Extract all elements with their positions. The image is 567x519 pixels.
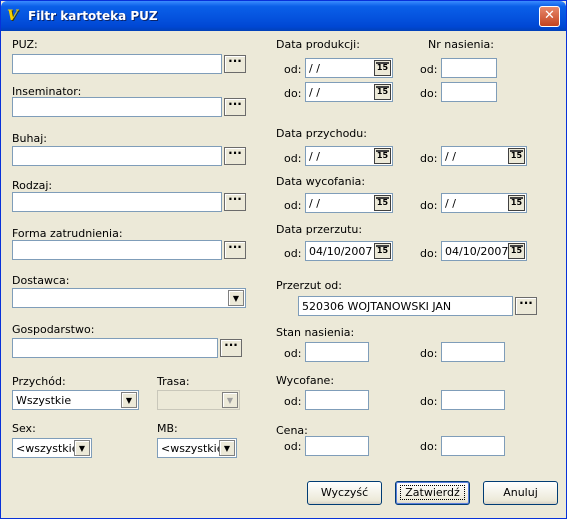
nr-nasienia-do-label: do:	[420, 87, 438, 100]
trasa-select[interactable]: ▼	[157, 390, 240, 410]
data-wycofania-od-input[interactable]: / / 15	[305, 193, 393, 213]
data-wycofania-do-label: do:	[420, 199, 438, 212]
gospodarstwo-label: Gospodarstwo:	[12, 323, 95, 336]
chevron-down-icon[interactable]: ▼	[228, 290, 244, 306]
data-wycofania-od-label: od:	[284, 199, 302, 212]
cena-do-input[interactable]	[441, 436, 505, 456]
mb-select[interactable]: <wszystkie> ▼	[157, 438, 237, 458]
confirm-button[interactable]: Zatwierdź	[395, 481, 470, 505]
data-przychodu-od-label: od:	[284, 152, 302, 165]
cena-label: Cena:	[276, 424, 308, 437]
buhaj-label: Buhaj:	[12, 132, 47, 145]
rodzaj-lookup-button[interactable]: ···	[224, 193, 246, 211]
puz-lookup-button[interactable]: ···	[224, 55, 246, 73]
calendar-icon[interactable]: 15	[508, 148, 525, 164]
przychod-label: Przychód:	[12, 375, 66, 388]
cena-od-label: od:	[284, 440, 302, 453]
calendar-icon[interactable]: 15	[374, 243, 391, 259]
trasa-label: Trasa:	[157, 375, 190, 388]
przerzut-od-lookup-button[interactable]: ···	[515, 297, 537, 315]
stan-nasienia-do-label: do:	[420, 347, 438, 360]
data-przychodu-label: Data przychodu:	[276, 127, 367, 140]
wycofane-do-label: do:	[420, 395, 438, 408]
rodzaj-input[interactable]	[12, 192, 222, 212]
stan-nasienia-do-input[interactable]	[441, 342, 505, 362]
puz-label: PUZ:	[12, 38, 38, 51]
sex-label: Sex:	[12, 422, 36, 435]
forma-zatrudnienia-input[interactable]	[12, 240, 222, 260]
nr-nasienia-od-input[interactable]	[441, 58, 497, 78]
clear-button[interactable]: Wyczyść	[307, 481, 382, 505]
data-przychodu-do-label: do:	[420, 152, 438, 165]
cena-od-input[interactable]	[305, 436, 369, 456]
close-icon[interactable]: ✕	[539, 6, 560, 27]
chevron-down-icon[interactable]: ▼	[121, 392, 137, 408]
buhaj-lookup-button[interactable]: ···	[224, 147, 246, 165]
wycofane-od-label: od:	[284, 395, 302, 408]
sex-select[interactable]: <wszystkie> ▼	[12, 438, 92, 458]
gospodarstwo-input[interactable]	[12, 338, 218, 358]
dostawca-select[interactable]: ▼	[12, 288, 246, 308]
stan-nasienia-label: Stan nasienia:	[276, 326, 355, 339]
gospodarstwo-lookup-button[interactable]: ···	[220, 339, 242, 357]
data-przychodu-do-input[interactable]: / / 15	[441, 146, 527, 166]
data-przerzutu-od-label: od:	[284, 247, 302, 260]
calendar-icon[interactable]: 15	[508, 195, 525, 211]
calendar-icon[interactable]: 15	[374, 148, 391, 164]
window-title: Filtr kartoteka PUZ	[28, 9, 158, 23]
chevron-down-icon[interactable]: ▼	[219, 440, 235, 456]
nr-nasienia-od-label: od:	[420, 63, 438, 76]
przerzut-od-input[interactable]: 520306 WOJTANOWSKI JAN	[298, 296, 513, 316]
rodzaj-label: Rodzaj:	[12, 179, 53, 192]
stan-nasienia-od-label: od:	[284, 347, 302, 360]
forma-zatrudnienia-lookup-button[interactable]: ···	[224, 241, 246, 259]
wycofane-label: Wycofane:	[276, 374, 335, 387]
nr-nasienia-do-input[interactable]	[441, 82, 497, 102]
data-wycofania-label: Data wycofania:	[276, 175, 366, 188]
nr-nasienia-label: Nr nasienia:	[428, 38, 494, 51]
dostawca-label: Dostawca:	[12, 274, 70, 287]
data-przerzutu-do-label: do:	[420, 247, 438, 260]
calendar-icon[interactable]: 15	[374, 195, 391, 211]
przerzut-od-label: Przerzut od:	[276, 279, 342, 292]
data-produkcji-od-input[interactable]: / / 15	[305, 58, 393, 78]
calendar-icon[interactable]: 15	[374, 60, 391, 76]
title-bar[interactable]: V Filtr kartoteka PUZ ✕	[1, 1, 566, 31]
data-wycofania-do-input[interactable]: / / 15	[441, 193, 527, 213]
forma-zatrudnienia-label: Forma zatrudnienia:	[12, 227, 123, 240]
chevron-down-icon[interactable]: ▼	[222, 392, 238, 408]
buhaj-input[interactable]	[12, 146, 222, 166]
przychod-select[interactable]: Wszystkie ▼	[12, 390, 139, 410]
data-produkcji-do-input[interactable]: / / 15	[305, 82, 393, 102]
calendar-icon[interactable]: 15	[508, 243, 525, 259]
data-przerzutu-label: Data przerzutu:	[276, 223, 363, 236]
cancel-button[interactable]: Anuluj	[483, 481, 558, 505]
data-produkcji-label: Data produkcji:	[276, 38, 360, 51]
data-przerzutu-do-input[interactable]: 04/10/2007 15	[441, 241, 527, 261]
mb-label: MB:	[157, 422, 178, 435]
puz-input[interactable]	[12, 54, 222, 74]
data-przerzutu-od-input[interactable]: 04/10/2007 15	[305, 241, 393, 261]
data-przychodu-od-input[interactable]: / / 15	[305, 146, 393, 166]
stan-nasienia-od-input[interactable]	[305, 342, 369, 362]
wycofane-do-input[interactable]	[441, 390, 505, 410]
cena-do-label: do:	[420, 440, 438, 453]
data-produkcji-do-label: do:	[284, 87, 302, 100]
filter-dialog: V Filtr kartoteka PUZ ✕ PUZ: ··· Insemin…	[0, 0, 567, 519]
inseminator-input[interactable]	[12, 97, 222, 117]
wycofane-od-input[interactable]	[305, 390, 369, 410]
chevron-down-icon[interactable]: ▼	[74, 440, 90, 456]
inseminator-lookup-button[interactable]: ···	[224, 98, 246, 116]
app-logo-icon: V	[7, 8, 18, 24]
calendar-icon[interactable]: 15	[374, 84, 391, 100]
data-produkcji-od-label: od:	[284, 63, 302, 76]
